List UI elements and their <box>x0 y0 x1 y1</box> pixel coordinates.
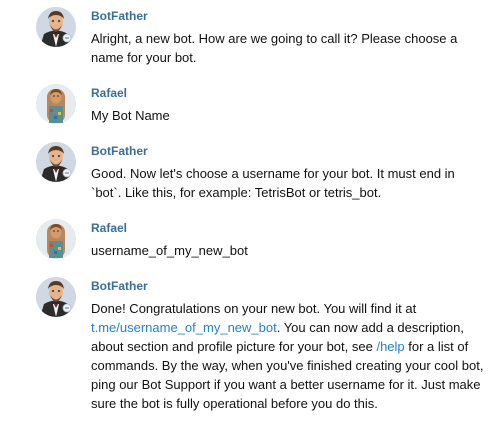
message-text: Good. Now let's choose a username for yo… <box>91 166 455 200</box>
message: Rafael username_of_my_new_bot <box>0 215 495 265</box>
message-text-part: Done! Congratulations on your new bot. Y… <box>91 301 417 316</box>
author-name[interactable]: BotFather <box>91 144 148 158</box>
bot-link[interactable]: t.me/username_of_my_new_bot <box>91 320 277 335</box>
author-name[interactable]: BotFather <box>91 9 148 23</box>
botfather-avatar-icon[interactable] <box>36 277 76 317</box>
botfather-avatar-icon[interactable] <box>36 7 76 47</box>
help-command-link[interactable]: /help <box>376 339 404 354</box>
message-history: BotFather Alright, a new bot. How are we… <box>0 0 495 422</box>
message: BotFather Done! Congratulations on your … <box>0 273 495 418</box>
author-name[interactable]: Rafael <box>91 86 127 100</box>
author-name[interactable]: BotFather <box>91 279 148 293</box>
message-text: Alright, a new bot. How are we going to … <box>91 31 458 65</box>
message: Rafael My Bot Name <box>0 80 495 130</box>
message: BotFather Alright, a new bot. How are we… <box>0 0 495 75</box>
rafael-avatar-icon[interactable] <box>36 219 76 259</box>
message-text: My Bot Name <box>91 108 170 123</box>
botfather-avatar-icon[interactable] <box>36 142 76 182</box>
message-text: Done! Congratulations on your new bot. Y… <box>91 299 486 413</box>
message-text: username_of_my_new_bot <box>91 243 248 258</box>
author-name[interactable]: Rafael <box>91 221 127 235</box>
rafael-avatar-icon[interactable] <box>36 84 76 124</box>
message: BotFather Good. Now let's choose a usern… <box>0 138 495 208</box>
